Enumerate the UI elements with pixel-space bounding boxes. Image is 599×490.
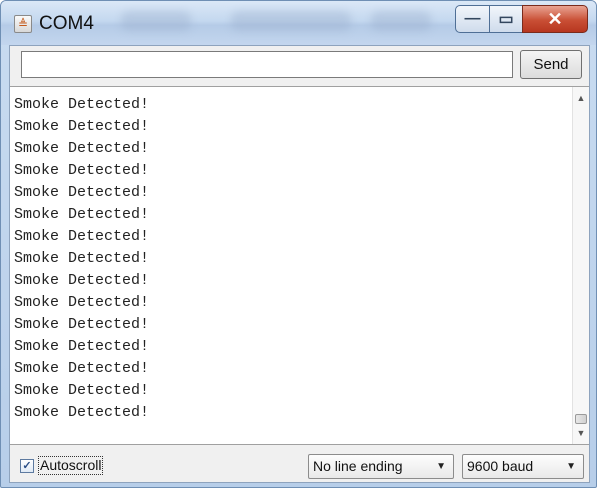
close-icon: ✕ xyxy=(547,8,563,29)
maximize-icon: ▭ xyxy=(498,11,514,28)
scroll-up-icon[interactable]: ▲ xyxy=(573,90,589,106)
output-line: Smoke Detected! xyxy=(14,294,150,311)
chevron-down-icon: ▼ xyxy=(436,461,446,472)
autoscroll-label[interactable]: Autoscroll xyxy=(38,456,104,475)
output-line: Smoke Detected! xyxy=(14,206,150,223)
minimize-icon: — xyxy=(464,10,481,27)
scrollbar-thumb[interactable] xyxy=(575,414,587,424)
output-line: Smoke Detected! xyxy=(14,250,150,267)
blurred-background xyxy=(121,11,191,31)
line-ending-value: No line ending xyxy=(313,458,403,474)
serial-output-area[interactable]: Smoke Detected! Smoke Detected! Smoke Dete… xyxy=(10,86,589,445)
arduino-app-icon: ≜ xyxy=(14,15,32,33)
output-lines: Smoke Detected! Smoke Detected! Smoke Dete… xyxy=(14,94,149,424)
output-line: Smoke Detected! xyxy=(14,118,150,135)
scroll-down-icon[interactable]: ▼ xyxy=(573,425,589,441)
client-area: Send Smoke Detected! Smoke Detected! Smoke… xyxy=(9,45,590,483)
output-line: Smoke Detected! xyxy=(14,316,150,333)
serial-monitor-window: ≜ COM4 — ▭ ✕ Send Smoke Detected! Smoke D… xyxy=(0,0,597,488)
vertical-scrollbar[interactable]: ▲ ▼ xyxy=(572,87,589,444)
output-line: Smoke Detected! xyxy=(14,96,150,113)
output-line: Smoke Detected! xyxy=(14,272,150,289)
output-line: Smoke Detected! xyxy=(14,162,150,179)
autoscroll-checkbox[interactable]: ✓ xyxy=(20,459,34,473)
output-line: Smoke Detected! xyxy=(14,140,150,157)
blurred-background xyxy=(371,11,431,31)
output-line: Smoke Detected! xyxy=(14,338,150,355)
bottom-bar: ✓ Autoscroll No line ending ▼ 9600 baud … xyxy=(10,446,589,482)
window-title: COM4 xyxy=(39,13,94,34)
close-button[interactable]: ✕ xyxy=(522,5,588,33)
maximize-button[interactable]: ▭ xyxy=(489,5,523,33)
chevron-down-icon: ▼ xyxy=(566,461,576,472)
baud-rate-value: 9600 baud xyxy=(467,458,534,474)
output-line: Smoke Detected! xyxy=(14,382,150,399)
output-line: Smoke Detected! xyxy=(14,184,150,201)
output-line: Smoke Detected! xyxy=(14,404,150,421)
baud-rate-select[interactable]: 9600 baud ▼ xyxy=(462,454,584,479)
output-line: Smoke Detected! xyxy=(14,228,150,245)
blurred-background xyxy=(231,11,351,31)
line-ending-select[interactable]: No line ending ▼ xyxy=(308,454,454,479)
send-input[interactable] xyxy=(21,51,513,78)
checkmark-icon: ✓ xyxy=(22,460,32,472)
send-button[interactable]: Send xyxy=(520,50,582,79)
title-bar[interactable]: ≜ COM4 — ▭ ✕ xyxy=(1,1,596,45)
output-line: Smoke Detected! xyxy=(14,360,150,377)
minimize-button[interactable]: — xyxy=(455,5,490,33)
